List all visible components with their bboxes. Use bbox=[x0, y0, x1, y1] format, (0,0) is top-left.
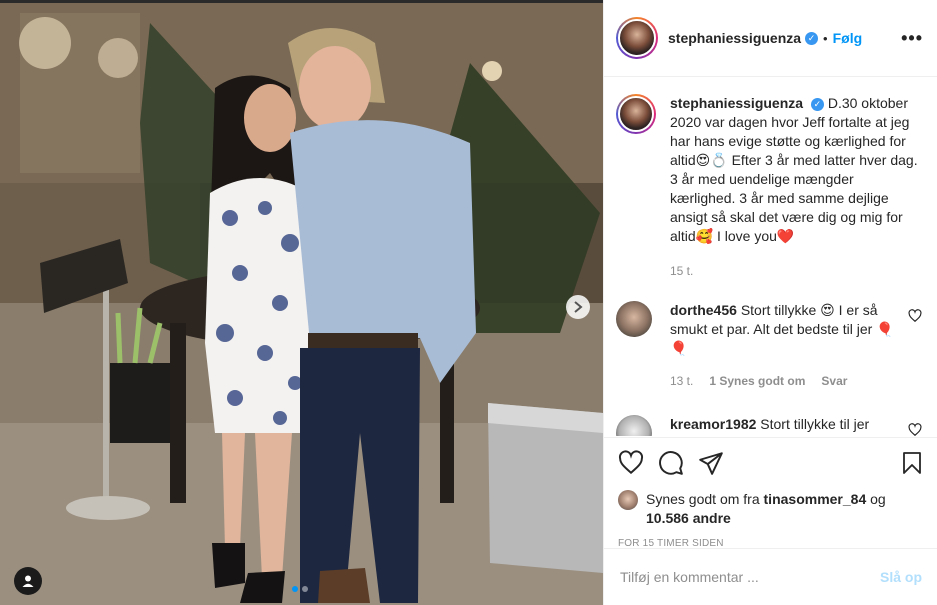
liker-username[interactable]: tinasommer_84 bbox=[764, 491, 867, 507]
comment-row: dorthe456 Stort tillykke 😍 I er så smukt… bbox=[616, 301, 922, 391]
caption-text: D.30 oktober 2020 var dagen hvor Jeff fo… bbox=[670, 95, 918, 244]
liker-avatar[interactable] bbox=[618, 490, 638, 510]
comments-list[interactable]: stephaniessiguenza ✓ D.30 oktober 2020 v… bbox=[604, 78, 937, 436]
user-tag-icon bbox=[22, 575, 34, 587]
add-comment-bar: Slå op bbox=[604, 548, 937, 605]
comment-avatar[interactable] bbox=[616, 301, 652, 337]
verified-badge-icon: ✓ bbox=[810, 97, 824, 111]
likes-conj: og bbox=[870, 491, 886, 507]
user-tag-button[interactable] bbox=[14, 567, 42, 595]
comment-username[interactable]: dorthe456 bbox=[670, 302, 737, 318]
caption-row: stephaniessiguenza ✓ D.30 oktober 2020 v… bbox=[616, 94, 922, 281]
heart-icon[interactable] bbox=[908, 309, 922, 323]
header-separator: • bbox=[823, 30, 828, 46]
post-actions: Synes godt om fra tinasommer_84 og 10.58… bbox=[604, 437, 937, 549]
comment-text: Stort tillykke til jer bbox=[760, 416, 870, 432]
comment-row: kreamor1982 Stort tillykke til jer bbox=[616, 415, 922, 436]
caption-username[interactable]: stephaniessiguenza bbox=[670, 95, 803, 111]
share-icon[interactable] bbox=[698, 450, 724, 476]
likes-prefix: Synes godt om fra bbox=[646, 491, 760, 507]
carousel-indicator bbox=[292, 586, 308, 592]
follow-button[interactable]: Følg bbox=[833, 30, 863, 46]
caption-avatar[interactable] bbox=[616, 94, 656, 134]
heart-icon[interactable] bbox=[618, 450, 644, 476]
post-photo[interactable] bbox=[0, 0, 603, 605]
post-side-panel: stephaniessiguenza ✓ • Følg ••• stephani… bbox=[603, 0, 937, 605]
reply-button[interactable]: Svar bbox=[821, 372, 847, 391]
next-arrow-icon bbox=[574, 301, 583, 313]
comment-avatar[interactable] bbox=[616, 415, 652, 436]
likes-summary: Synes godt om fra tinasommer_84 og 10.58… bbox=[618, 490, 924, 528]
likes-others[interactable]: 10.586 andre bbox=[646, 510, 731, 526]
caption-time[interactable]: 15 t. bbox=[670, 262, 693, 281]
carousel-dot-2 bbox=[302, 586, 308, 592]
comment-icon[interactable] bbox=[658, 450, 684, 476]
save-icon[interactable] bbox=[900, 450, 924, 476]
post-comment-button[interactable]: Slå op bbox=[880, 569, 922, 585]
comment-time[interactable]: 13 t. bbox=[670, 372, 693, 391]
verified-badge-icon: ✓ bbox=[805, 31, 819, 45]
photo-scene bbox=[0, 3, 603, 605]
post-header: stephaniessiguenza ✓ • Følg ••• bbox=[604, 0, 937, 77]
author-username[interactable]: stephaniessiguenza bbox=[668, 30, 801, 46]
more-options-icon[interactable]: ••• bbox=[901, 28, 923, 49]
carousel-dot-1 bbox=[292, 586, 298, 592]
comment-username[interactable]: kreamor1982 bbox=[670, 416, 756, 432]
comment-input[interactable] bbox=[620, 569, 880, 585]
author-avatar[interactable] bbox=[616, 17, 658, 59]
comment-likes[interactable]: 1 Synes godt om bbox=[709, 372, 805, 391]
heart-icon[interactable] bbox=[908, 423, 922, 436]
next-slide-button[interactable] bbox=[566, 295, 590, 319]
